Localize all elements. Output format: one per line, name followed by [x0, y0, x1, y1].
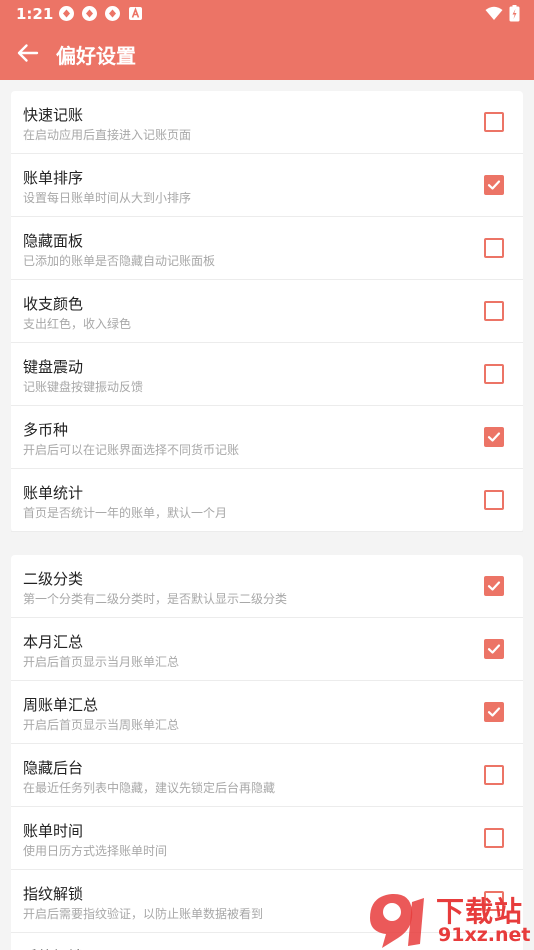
setting-title: 快速记账	[23, 106, 84, 124]
arrow-left-icon	[17, 44, 39, 62]
setting-checkbox[interactable]	[484, 639, 504, 659]
a-icon	[127, 5, 144, 22]
checkmark-icon	[487, 581, 501, 591]
setting-row[interactable]: 快速记账在启动应用后直接进入记账页面	[11, 91, 523, 154]
setting-title: 指纹解锁	[23, 885, 84, 903]
setting-title: 账单排序	[23, 169, 84, 187]
setting-checkbox[interactable]	[484, 576, 504, 596]
setting-row[interactable]: 多币种开启后可以在记账界面选择不同货币记账	[11, 406, 523, 469]
status-bar: 1:21	[0, 0, 534, 26]
setting-title: 二级分类	[23, 570, 84, 588]
setting-checkbox[interactable]	[484, 364, 504, 384]
setting-checkbox[interactable]	[484, 765, 504, 785]
setting-title: 隐藏面板	[23, 232, 84, 250]
setting-row[interactable]: 本月汇总开启后首页显示当月账单汇总	[11, 618, 523, 681]
setting-description: 首页是否统计一年的账单，默认一个月	[23, 506, 228, 520]
setting-title: 多币种	[23, 421, 69, 439]
setting-row[interactable]: 账单时间使用日历方式选择账单时间	[11, 807, 523, 870]
setting-description: 使用日历方式选择账单时间	[23, 844, 168, 858]
setting-row[interactable]: 账单统计首页是否统计一年的账单，默认一个月	[11, 469, 523, 532]
setting-description: 开启后可以在记账界面选择不同货币记账	[23, 443, 240, 457]
setting-row[interactable]: 账单排序设置每日账单时间从大到小排序	[11, 154, 523, 217]
checkmark-icon	[487, 180, 501, 190]
setting-title: 本月汇总	[23, 633, 84, 651]
setting-checkbox[interactable]	[484, 175, 504, 195]
setting-checkbox[interactable]	[484, 112, 504, 132]
wifi-icon	[485, 6, 503, 25]
setting-description: 在启动应用后直接进入记账页面	[23, 128, 192, 142]
setting-title: 账单时间	[23, 822, 84, 840]
status-time: 1:21	[16, 5, 54, 23]
back-button[interactable]	[14, 39, 42, 67]
setting-row[interactable]: 周账单汇总开启后首页显示当周账单汇总	[11, 681, 523, 744]
sync-icon	[104, 5, 121, 22]
watermark-text: 下载站 91xz.net	[432, 888, 532, 950]
checkmark-icon	[487, 644, 501, 654]
watermark-logo	[370, 893, 424, 948]
setting-checkbox[interactable]	[484, 427, 504, 447]
setting-checkbox[interactable]	[484, 828, 504, 848]
setting-row[interactable]: 收支颜色支出红色，收入绿色	[11, 280, 523, 343]
status-notification-icons	[58, 5, 144, 22]
checkmark-icon	[487, 432, 501, 442]
setting-description: 在最近任务列表中隐藏，建议先锁定后台再隐藏	[23, 781, 276, 795]
setting-checkbox[interactable]	[484, 301, 504, 321]
sync-icon	[58, 5, 75, 22]
setting-row[interactable]: 隐藏面板已添加的账单是否隐藏自动记账面板	[11, 217, 523, 280]
checkmark-icon	[487, 707, 501, 717]
setting-title: 账单统计	[23, 484, 84, 502]
setting-title: 周账单汇总	[23, 696, 99, 714]
setting-description: 支出红色，收入绿色	[23, 317, 132, 331]
page-title: 偏好设置	[56, 44, 136, 68]
battery-icon	[509, 5, 520, 26]
setting-checkbox[interactable]	[484, 490, 504, 510]
setting-row[interactable]: 隐藏后台在最近任务列表中隐藏，建议先锁定后台再隐藏	[11, 744, 523, 807]
setting-row[interactable]: 二级分类第一个分类有二级分类时，是否默认显示二级分类	[11, 555, 523, 618]
setting-description: 开启后首页显示当月账单汇总	[23, 655, 180, 669]
setting-description: 第一个分类有二级分类时，是否默认显示二级分类	[23, 592, 288, 606]
setting-description: 开启后需要指纹验证，以防止账单数据被看到	[23, 907, 264, 921]
settings-group-general: 快速记账在启动应用后直接进入记账页面账单排序设置每日账单时间从大到小排序隐藏面板…	[11, 91, 523, 532]
setting-title: 隐藏后台	[23, 759, 84, 777]
setting-title: 键盘震动	[23, 358, 84, 376]
setting-checkbox[interactable]	[484, 702, 504, 722]
setting-checkbox[interactable]	[484, 238, 504, 258]
status-system-icons	[485, 5, 520, 26]
setting-title: 手势解锁	[23, 946, 83, 950]
setting-description: 记账键盘按键振动反馈	[23, 380, 144, 394]
setting-title: 收支颜色	[23, 295, 84, 313]
setting-description: 开启后首页显示当周账单汇总	[23, 718, 180, 732]
setting-description: 设置每日账单时间从大到小排序	[23, 191, 192, 205]
app-bar: 偏好设置	[0, 26, 534, 80]
sync-icon	[81, 5, 98, 22]
setting-description: 已添加的账单是否隐藏自动记账面板	[23, 254, 216, 268]
watermark-url: 91xz.net	[438, 924, 531, 946]
watermark: 下载站 91xz.net	[362, 888, 534, 950]
setting-row[interactable]: 键盘震动记账键盘按键振动反馈	[11, 343, 523, 406]
